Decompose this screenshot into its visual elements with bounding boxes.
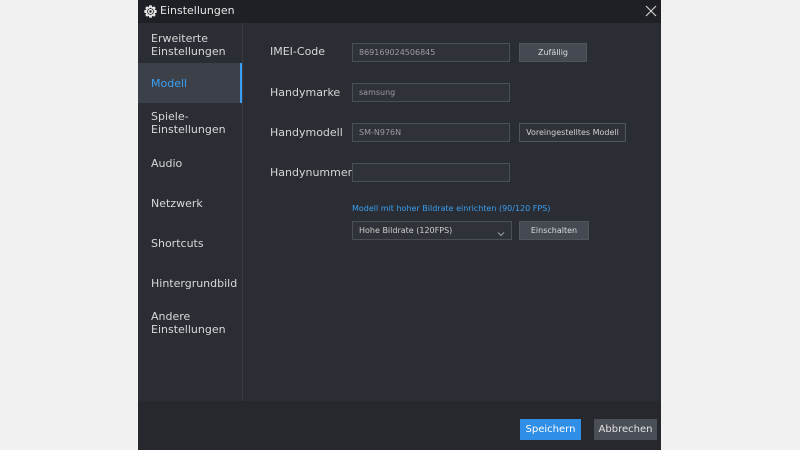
sidebar-item-wallpaper[interactable]: Hintergrundbild: [138, 263, 242, 303]
sidebar-item-model[interactable]: Modell: [138, 63, 242, 103]
settings-sidebar: Erweiterte Einstellungen Modell Spiele- …: [138, 23, 242, 401]
close-icon[interactable]: [643, 3, 659, 19]
imei-label: IMEI-Code: [270, 45, 326, 58]
imei-input[interactable]: 869169024506845: [352, 43, 510, 62]
fps-select[interactable]: Hohe Bildrate (120FPS): [352, 221, 512, 240]
fps-select-value: Hohe Bildrate (120FPS): [359, 226, 453, 235]
brand-input[interactable]: samsung: [352, 83, 510, 102]
title-bar: Einstellungen: [138, 0, 661, 23]
cancel-button[interactable]: Abbrechen: [594, 419, 657, 440]
window-title: Einstellungen: [160, 4, 235, 17]
brand-label: Handymarke: [270, 86, 341, 99]
preset-model-button[interactable]: Voreingestelltes Modell: [519, 123, 626, 142]
sidebar-item-network[interactable]: Netzwerk: [138, 183, 242, 223]
chevron-down-icon: [497, 227, 505, 237]
dialog-footer: Speichern Abbrechen: [138, 401, 661, 450]
high-fps-link[interactable]: Modell mit hoher Bildrate einrichten (90…: [352, 203, 550, 215]
sidebar-item-game-settings[interactable]: Spiele- Einstellungen: [138, 103, 242, 143]
sidebar-item-other-settings[interactable]: Andere Einstellungen: [138, 303, 242, 343]
sidebar-item-shortcuts[interactable]: Shortcuts: [138, 223, 242, 263]
enable-high-fps-button[interactable]: Einschalten: [519, 221, 589, 240]
sidebar-item-advanced-settings[interactable]: Erweiterte Einstellungen: [138, 25, 242, 65]
device-model-label: Handymodell: [270, 126, 343, 139]
model-settings-panel: IMEI-Code 869169024506845 Zufällig Handy…: [243, 23, 661, 401]
save-button[interactable]: Speichern: [520, 419, 581, 440]
sidebar-item-audio[interactable]: Audio: [138, 143, 242, 183]
phone-number-label: Handynummer: [270, 166, 353, 179]
random-imei-button[interactable]: Zufällig: [519, 43, 587, 62]
phone-number-input[interactable]: [352, 163, 510, 182]
device-model-input[interactable]: SM-N976N: [352, 123, 510, 142]
gear-icon: [143, 4, 157, 18]
settings-window: Einstellungen Erweiterte Einstellungen M…: [138, 0, 661, 450]
